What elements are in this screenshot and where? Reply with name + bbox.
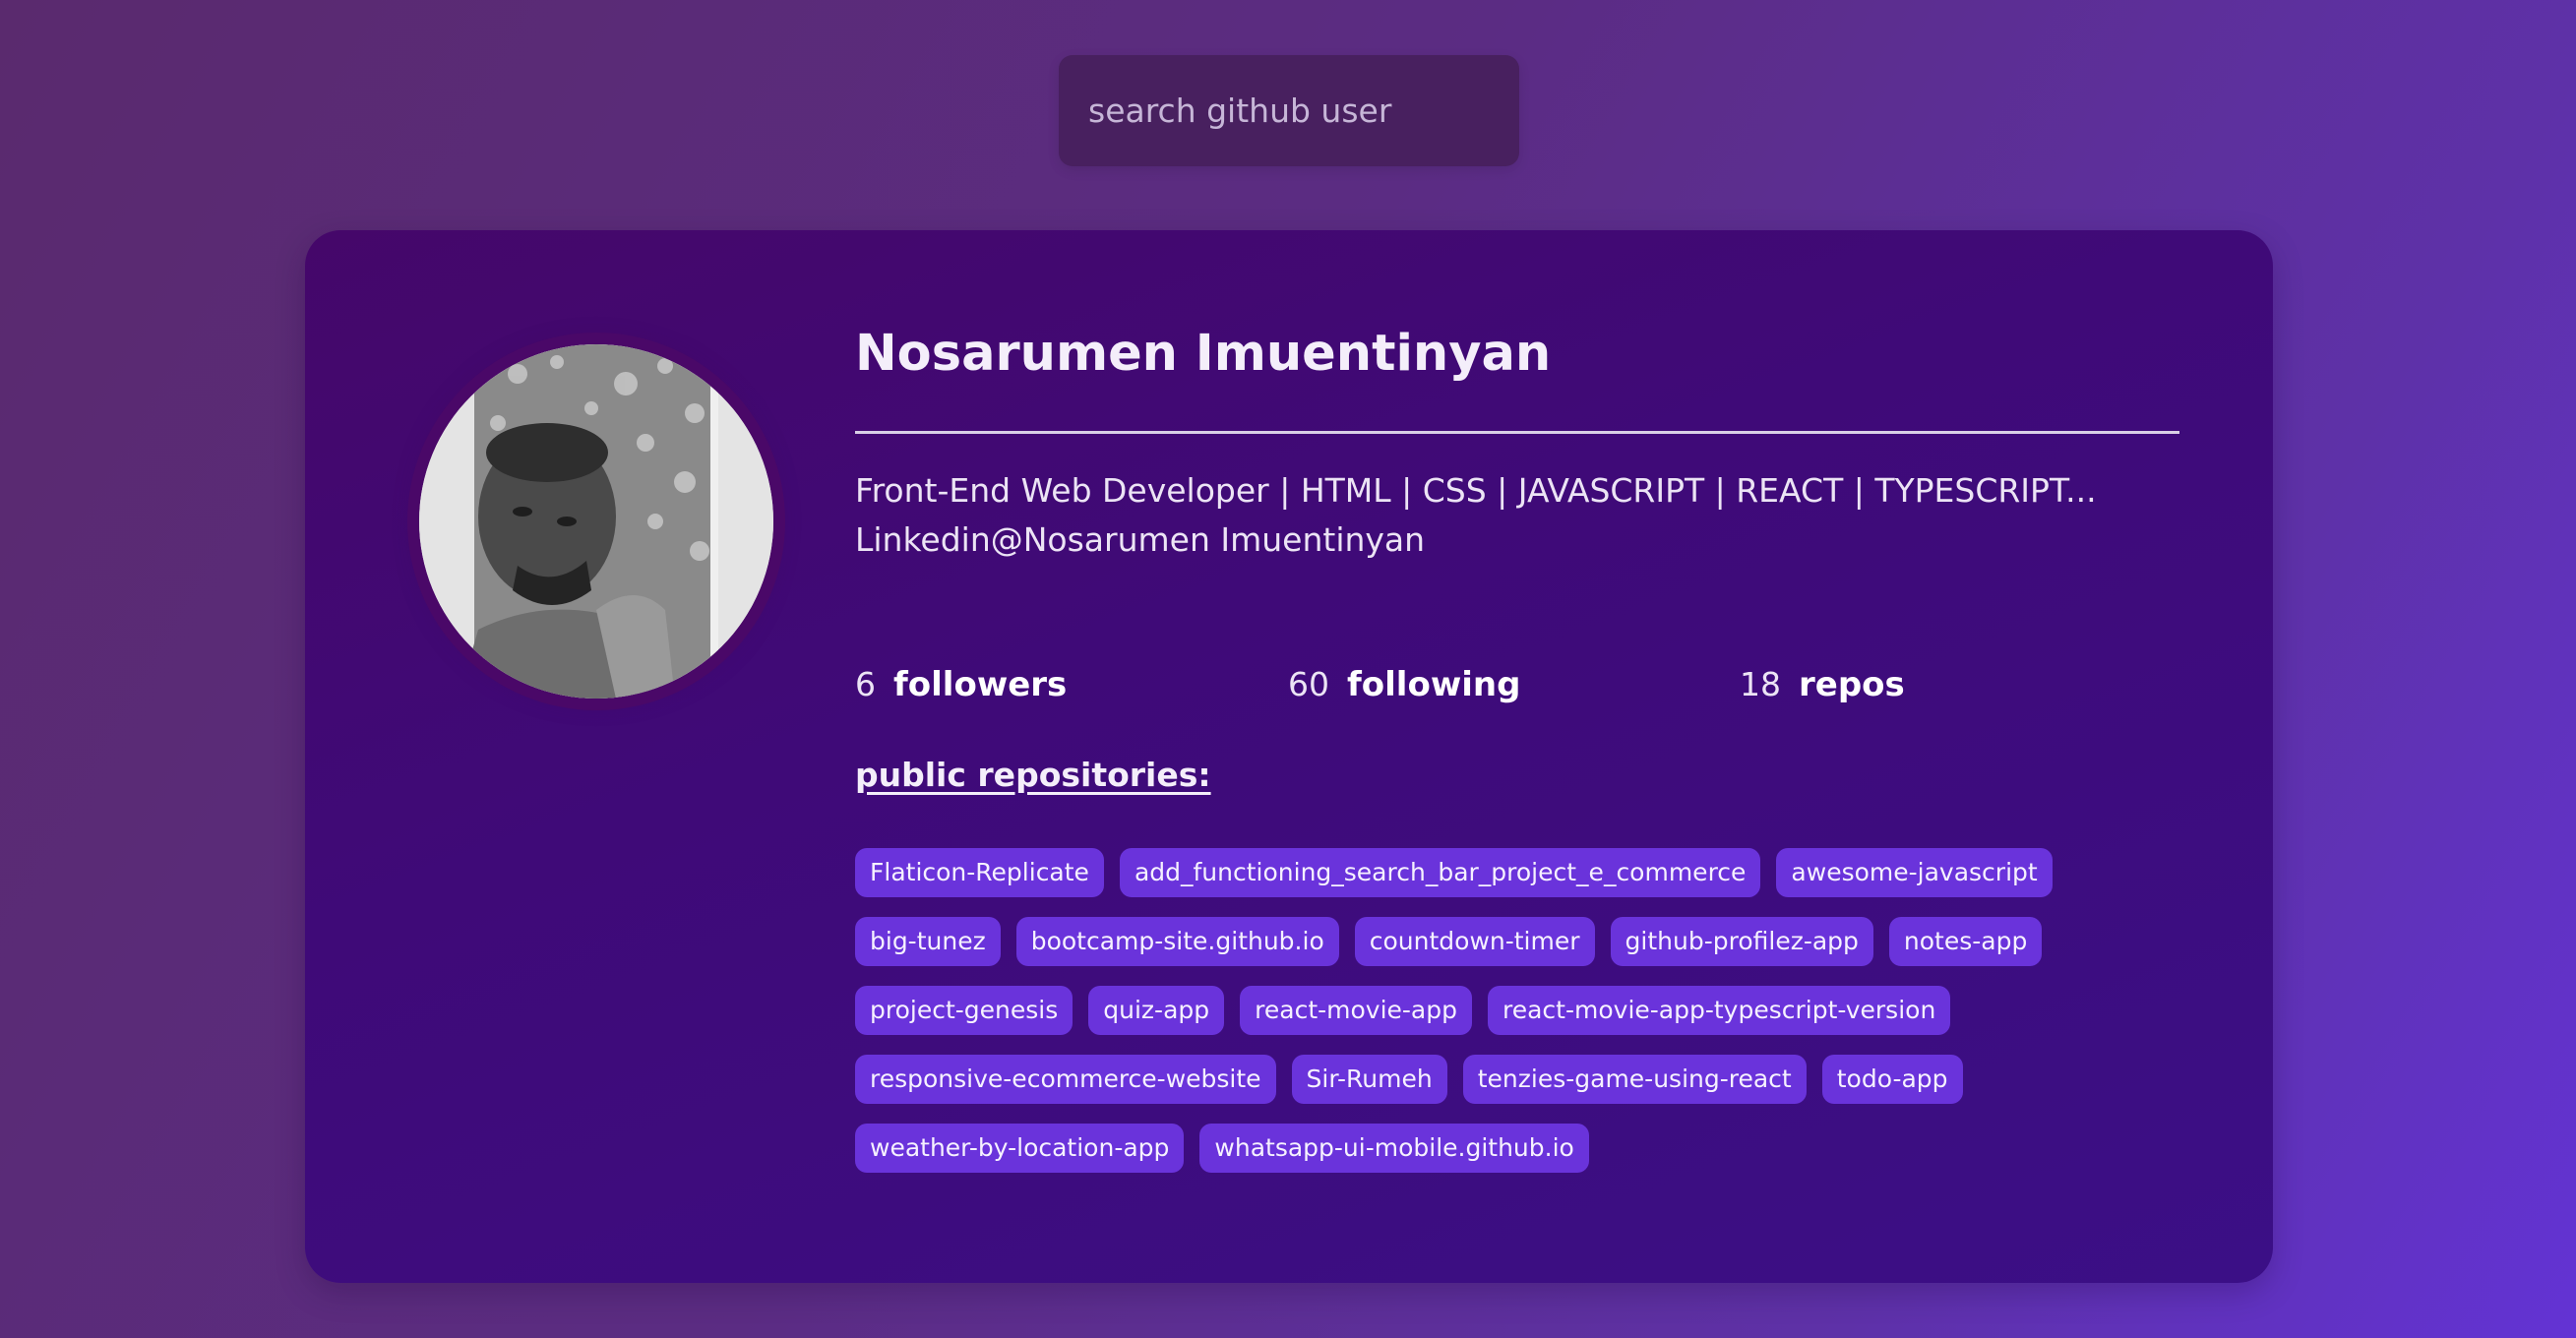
search-input[interactable] [1059,55,1519,166]
repo-tag[interactable]: quiz-app [1088,986,1225,1035]
repo-tag[interactable]: Flaticon-Replicate [855,848,1104,897]
following-label: following [1347,665,1521,704]
avatar [419,344,773,699]
repo-tag[interactable]: todo-app [1821,1055,1963,1104]
repo-tag[interactable]: tenzies-game-using-react [1462,1055,1807,1104]
repo-tag[interactable]: bootcamp-site.github.io [1015,917,1339,966]
repo-tag[interactable]: whatsapp-ui-mobile.github.io [1199,1124,1589,1173]
user-bio: Front-End Web Developer | HTML | CSS | J… [855,466,2179,565]
following-stat: 60 following [1288,665,1520,704]
repo-tag[interactable]: github-profilez-app [1610,917,1873,966]
repo-tag[interactable]: awesome-javascript [1776,848,2053,897]
followers-label: followers [893,665,1068,704]
repo-tag[interactable]: react-movie-app [1240,986,1472,1035]
repo-list: Flaticon-Replicate add_functioning_searc… [855,848,2174,1173]
bio-line: Linkedin@Nosarumen Imuentinyan [855,520,1426,559]
profile-card: Nosarumen Imuentinyan Front-End Web Deve… [305,230,2273,1283]
repo-tag[interactable]: big-tunez [855,917,1001,966]
repo-tag[interactable]: react-movie-app-typescript-version [1488,986,1951,1035]
repos-heading: public repositories: [855,756,1211,794]
repo-tag[interactable]: add_functioning_search_bar_project_e_com… [1119,848,1761,897]
followers-count: 6 [855,665,876,703]
repos-count: 18 [1740,665,1781,703]
user-name: Nosarumen Imuentinyan [855,325,1552,383]
followers-stat: 6 followers [855,665,1067,704]
repo-tag[interactable]: project-genesis [855,986,1073,1035]
repo-tag[interactable]: notes-app [1888,917,2043,966]
search-box [1059,55,1519,166]
avatar-photo [419,344,773,699]
divider [855,431,2179,434]
repos-label: repos [1799,665,1905,704]
repos-stat: 18 repos [1740,665,1905,704]
repo-tag[interactable]: countdown-timer [1354,917,1595,966]
repo-tag[interactable]: weather-by-location-app [855,1124,1185,1173]
bio-line: Front-End Web Developer | HTML | CSS | J… [855,471,2097,510]
repo-tag[interactable]: Sir-Rumeh [1291,1055,1447,1104]
following-count: 60 [1288,665,1329,703]
repo-tag[interactable]: responsive-ecommerce-website [855,1055,1276,1104]
